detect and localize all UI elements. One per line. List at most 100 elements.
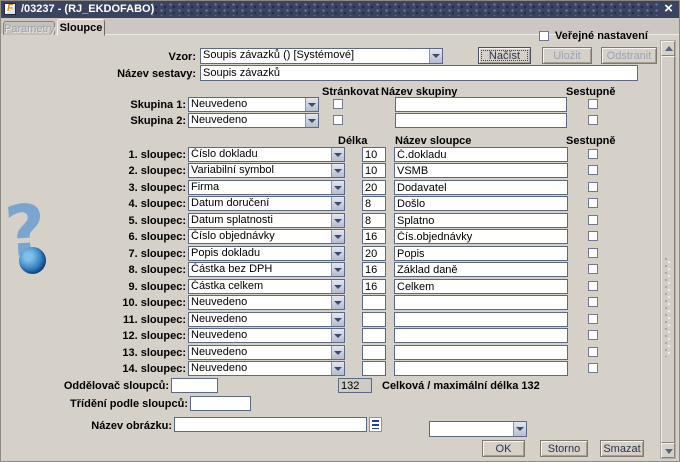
- col7-dropdown-button[interactable]: [331, 247, 344, 260]
- col13-dropdown-button[interactable]: [331, 346, 344, 359]
- col1-sestupne-checkbox[interactable]: [588, 149, 598, 159]
- col11-type-select[interactable]: Neuvedeno: [188, 312, 345, 327]
- col5-dropdown-button[interactable]: [331, 214, 344, 227]
- oddelovac-input[interactable]: [171, 378, 218, 393]
- col2-sestupne-checkbox[interactable]: [588, 165, 598, 175]
- col1-name-input[interactable]: [394, 147, 568, 162]
- col12-name-input[interactable]: [394, 328, 568, 343]
- scroll-thumb[interactable]: [661, 56, 675, 443]
- col2-name-input[interactable]: [394, 163, 568, 178]
- col14-name-input[interactable]: [394, 361, 568, 376]
- col9-dropdown-button[interactable]: [331, 280, 344, 293]
- col8-name-input[interactable]: [394, 262, 568, 277]
- col3-type-select[interactable]: Firma: [188, 180, 345, 195]
- col5-length-input[interactable]: [362, 213, 386, 228]
- col10-type-select[interactable]: Neuvedeno: [188, 295, 345, 310]
- group2-name-input[interactable]: [395, 113, 567, 128]
- group2-dropdown-button[interactable]: [305, 114, 318, 127]
- col6-name-input[interactable]: [394, 229, 568, 244]
- col2-length-input[interactable]: [362, 163, 386, 178]
- col12-sestupne-checkbox[interactable]: [588, 330, 598, 340]
- nacist-button[interactable]: Načíst: [478, 47, 531, 64]
- col10-length-input[interactable]: [362, 295, 386, 310]
- col7-length-input[interactable]: [362, 246, 386, 261]
- col11-name-input[interactable]: [394, 312, 568, 327]
- vertical-scrollbar[interactable]: [660, 40, 676, 459]
- scroll-down-button[interactable]: [661, 443, 675, 458]
- nazev-sestavy-input[interactable]: [200, 65, 638, 81]
- obrazek-dropdown-button[interactable]: [513, 422, 526, 436]
- trideni-input[interactable]: [190, 396, 251, 411]
- smazat-button[interactable]: Smazat: [600, 440, 644, 457]
- vzor-select[interactable]: Soupis závazků () [Systémové]: [200, 48, 443, 64]
- col13-length-input[interactable]: [362, 345, 386, 360]
- title-bar[interactable]: F /03237 - (RJ_EKDOFABO) ×: [1, 1, 679, 18]
- col5-sestupne-checkbox[interactable]: [588, 215, 598, 225]
- col13-sestupne-checkbox[interactable]: [588, 347, 598, 357]
- obrazek-select[interactable]: [429, 421, 527, 437]
- col14-sestupne-checkbox[interactable]: [588, 363, 598, 373]
- group2-strankovat-checkbox[interactable]: [333, 115, 343, 125]
- col2-dropdown-button[interactable]: [331, 164, 344, 177]
- col9-name-input[interactable]: [394, 279, 568, 294]
- tab-parametry[interactable]: Parametry: [3, 21, 55, 35]
- col13-name-input[interactable]: [394, 345, 568, 360]
- col11-sestupne-checkbox[interactable]: [588, 314, 598, 324]
- col14-length-input[interactable]: [362, 361, 386, 376]
- obrazek-lov-button[interactable]: [369, 417, 382, 432]
- col12-type-select[interactable]: Neuvedeno: [188, 328, 345, 343]
- col3-name-input[interactable]: [394, 180, 568, 195]
- scroll-up-button[interactable]: [661, 41, 675, 56]
- col1-dropdown-button[interactable]: [331, 148, 344, 161]
- col3-length-input[interactable]: [362, 180, 386, 195]
- col1-type-select[interactable]: Číslo dokladu: [188, 147, 345, 162]
- close-button[interactable]: ×: [661, 1, 676, 17]
- col3-dropdown-button[interactable]: [331, 181, 344, 194]
- group1-strankovat-checkbox[interactable]: [333, 99, 343, 109]
- tab-sloupce[interactable]: Sloupce: [57, 19, 105, 36]
- col6-sestupne-checkbox[interactable]: [588, 231, 598, 241]
- odstranit-button[interactable]: Odstranit: [601, 47, 657, 64]
- col6-length-input[interactable]: [362, 229, 386, 244]
- col14-type-select[interactable]: Neuvedeno: [188, 361, 345, 376]
- col8-type-select[interactable]: Částka bez DPH: [188, 262, 345, 277]
- col3-sestupne-checkbox[interactable]: [588, 182, 598, 192]
- col9-length-input[interactable]: [362, 279, 386, 294]
- col7-sestupne-checkbox[interactable]: [588, 248, 598, 258]
- col11-length-input[interactable]: [362, 312, 386, 327]
- obrazek-input[interactable]: [174, 417, 367, 432]
- col4-length-input[interactable]: [362, 196, 386, 211]
- col5-name-input[interactable]: [394, 213, 568, 228]
- col6-type-select[interactable]: Číslo objednávky: [188, 229, 345, 244]
- group2-type-select[interactable]: Neuvedeno: [188, 113, 319, 128]
- group1-name-input[interactable]: [395, 97, 567, 112]
- col8-sestupne-checkbox[interactable]: [588, 264, 598, 274]
- col10-sestupne-checkbox[interactable]: [588, 297, 598, 307]
- col12-length-input[interactable]: [362, 328, 386, 343]
- group1-dropdown-button[interactable]: [305, 98, 318, 111]
- col12-dropdown-button[interactable]: [331, 329, 344, 342]
- vzor-dropdown-button[interactable]: [429, 49, 442, 63]
- group1-sestupne-checkbox[interactable]: [588, 99, 598, 109]
- col14-dropdown-button[interactable]: [331, 362, 344, 375]
- col13-type-select[interactable]: Neuvedeno: [188, 345, 345, 360]
- col10-dropdown-button[interactable]: [331, 296, 344, 309]
- col11-dropdown-button[interactable]: [331, 313, 344, 326]
- storno-button[interactable]: Storno: [540, 440, 588, 457]
- col4-type-select[interactable]: Datum doručení: [188, 196, 345, 211]
- ok-button[interactable]: OK: [482, 440, 525, 457]
- ulozit-button[interactable]: Uložit: [542, 47, 592, 64]
- group1-type-select[interactable]: Neuvedeno: [188, 97, 319, 112]
- col1-length-input[interactable]: [362, 147, 386, 162]
- col9-sestupne-checkbox[interactable]: [588, 281, 598, 291]
- col10-name-input[interactable]: [394, 295, 568, 310]
- group2-sestupne-checkbox[interactable]: [588, 115, 598, 125]
- col7-type-select[interactable]: Popis dokladu: [188, 246, 345, 261]
- col7-name-input[interactable]: [394, 246, 568, 261]
- col4-sestupne-checkbox[interactable]: [588, 198, 598, 208]
- col8-length-input[interactable]: [362, 262, 386, 277]
- col4-dropdown-button[interactable]: [331, 197, 344, 210]
- col9-type-select[interactable]: Částka celkem: [188, 279, 345, 294]
- verejne-nastaveni-checkbox[interactable]: [539, 31, 549, 41]
- col4-name-input[interactable]: [394, 196, 568, 211]
